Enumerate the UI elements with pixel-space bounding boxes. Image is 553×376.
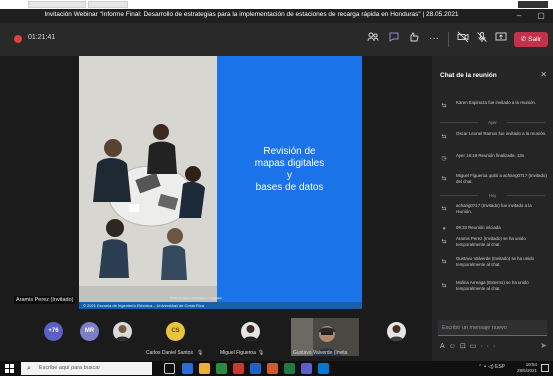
taskbar-clock[interactable]: 10:54 28/5/2021 — [517, 362, 537, 374]
attach-icon[interactable]: ⊡ — [460, 343, 470, 350]
slide-title-line: Revisión de — [263, 146, 316, 157]
chat-event-text: 09:33 Reunión iniciada — [456, 225, 501, 230]
slide-title-panel: Revisión de mapas digitales y bases de d… — [217, 56, 362, 309]
browser-tab[interactable] — [88, 1, 128, 8]
chat-event-text: Oscar Leonel Ramos fue invitado a la reu… — [456, 131, 547, 136]
more-options-icon[interactable]: ··· — [426, 31, 442, 47]
slide-title-line: bases de datos — [255, 182, 324, 193]
slide-title-line: y — [287, 170, 292, 181]
join-icon: ⇆ — [441, 259, 447, 265]
more-participants-avatar[interactable]: +76 — [44, 322, 63, 341]
slide-photo — [79, 56, 217, 309]
chat-event-text: Miguel Figueroa quitó a achang0717 (Invi… — [456, 173, 547, 184]
language-indicator: ESP — [494, 364, 505, 370]
word-icon[interactable] — [250, 363, 261, 374]
join-icon: ⇆ — [441, 283, 447, 289]
clock-icon: ◷ — [441, 156, 447, 162]
compose-tools: A☺⊡▭··· — [440, 342, 499, 350]
search-icon: ⌕ — [27, 365, 31, 372]
chat-event-text: Aramis Perez (Invitado) se ha unido temp… — [456, 236, 526, 247]
powerpoint-icon[interactable] — [267, 363, 278, 374]
teams-icon[interactable] — [301, 363, 312, 374]
file-explorer-icon[interactable] — [199, 363, 210, 374]
excel-icon[interactable] — [284, 363, 295, 374]
day-separator: Ayer — [440, 120, 545, 125]
clock-date: 28/5/2021 — [516, 368, 537, 373]
reactions-icon[interactable] — [406, 31, 422, 47]
participant-photo-avatar[interactable] — [241, 322, 260, 341]
participant-name: Miguel Figueroa — [220, 350, 256, 356]
top-strip — [0, 0, 553, 9]
participant-photo-avatar[interactable] — [113, 322, 132, 341]
day-separator: Hoy — [440, 193, 545, 198]
chat-panel: Chat de la reunión ✕ ⇆ Karen Espinoza fu… — [432, 56, 553, 361]
mic-icon: 🎙 — [197, 350, 204, 356]
toolbar-divider — [448, 32, 449, 47]
chrome-icon[interactable] — [216, 363, 227, 374]
leave-icon: ⇆ — [441, 176, 447, 182]
chat-event-text: Karen Espinoza fue invitado a la reunión… — [456, 100, 537, 105]
shared-content-stage: Revisión de mapas digitales y bases de d… — [0, 56, 432, 313]
browser-tab[interactable] — [28, 1, 86, 8]
meeting-icon: ● — [442, 226, 446, 232]
restore-icon[interactable]: ▢ — [534, 10, 548, 22]
participant-name: Gustavo Valverde (Invita — [293, 350, 348, 356]
chat-title: Chat de la reunión — [440, 72, 497, 79]
chat-event-text: Gustavo Valverde (Invitado) se ha unido … — [456, 256, 535, 267]
participants-strip: +76 MR CS Carlos Daniel Santos 🎙 Miguel … — [0, 313, 432, 361]
participant-avatar[interactable]: CS — [166, 322, 185, 341]
windows-start-icon[interactable] — [5, 364, 14, 373]
share-screen-icon[interactable] — [493, 31, 509, 47]
system-tray[interactable]: ⌃ ◓ ◁) ESP — [478, 364, 505, 370]
participant-name: Carlos Daniel Santos — [146, 350, 193, 356]
join-icon: ⇆ — [441, 239, 447, 245]
photo-credit: Photo by Jason Goodman on Unsplash — [170, 296, 223, 300]
window-title: Invitación Webinar "Informe Final: Desar… — [44, 11, 459, 18]
leave-button[interactable]: ✆ Salir — [514, 32, 548, 47]
join-icon: ⇆ — [441, 206, 447, 212]
notifications-icon[interactable] — [541, 364, 549, 372]
more-icon[interactable]: ··· — [480, 343, 499, 350]
chat-message-input[interactable]: Escribir un mensaje nuevo — [438, 320, 547, 336]
outlook-icon[interactable] — [318, 363, 329, 374]
participant-photo-avatar[interactable] — [387, 322, 406, 341]
camera-off-icon[interactable] — [455, 31, 471, 47]
chat-event-text: Ayer 16:18 Reunión finalizada: 13s — [456, 153, 525, 158]
windows-taskbar: Escribe aquí para buscar ⌕ ⌃ ◓ ◁) ESP 10… — [0, 361, 553, 376]
gif-icon[interactable]: ▭ — [470, 343, 481, 350]
minimize-icon[interactable]: – — [512, 10, 526, 22]
meeting-toolbar: 01:21:41 ··· ✆ Salir — [0, 23, 553, 56]
leave-label: Salir — [528, 36, 542, 43]
task-view-icon[interactable] — [164, 363, 175, 374]
presenter-name: Aramis Perez (Invitado) — [14, 296, 76, 304]
taskbar-search-input[interactable]: Escribe aquí para buscar — [21, 362, 152, 375]
mic-icon: 🎙 — [258, 350, 265, 356]
participant-avatar[interactable]: MR — [80, 322, 99, 341]
window-title-bar: Invitación Webinar "Informe Final: Desar… — [0, 9, 553, 23]
chat-icon[interactable] — [386, 31, 402, 47]
chat-event-text: achang0717 (Invitado) fue invitado a la … — [456, 203, 532, 214]
format-icon[interactable]: A — [440, 343, 449, 350]
microphone-off-icon[interactable] — [474, 31, 490, 47]
close-icon[interactable]: ✕ — [540, 70, 547, 79]
slide-title: Revisión de mapas digitales y bases de d… — [217, 146, 362, 194]
chat-event-text: Molina Arreaga (Externo) se ha unido tem… — [456, 280, 529, 291]
browser-tab[interactable] — [518, 1, 548, 8]
join-icon: ⇆ — [441, 103, 447, 109]
edge-icon[interactable] — [182, 363, 193, 374]
acrobat-icon[interactable] — [233, 363, 244, 374]
slide-footer: © 2021 Escuela de Ingeniería Eléctrica –… — [79, 302, 362, 309]
emoji-icon[interactable]: ☺ — [449, 343, 460, 350]
participants-icon[interactable] — [365, 31, 381, 47]
recording-icon — [14, 35, 22, 43]
join-icon: ⇆ — [441, 134, 447, 140]
meeting-timer: 01:21:41 — [28, 34, 56, 41]
slide-title-line: mapas digitales — [254, 158, 325, 169]
send-icon[interactable]: ➤ — [540, 341, 547, 350]
